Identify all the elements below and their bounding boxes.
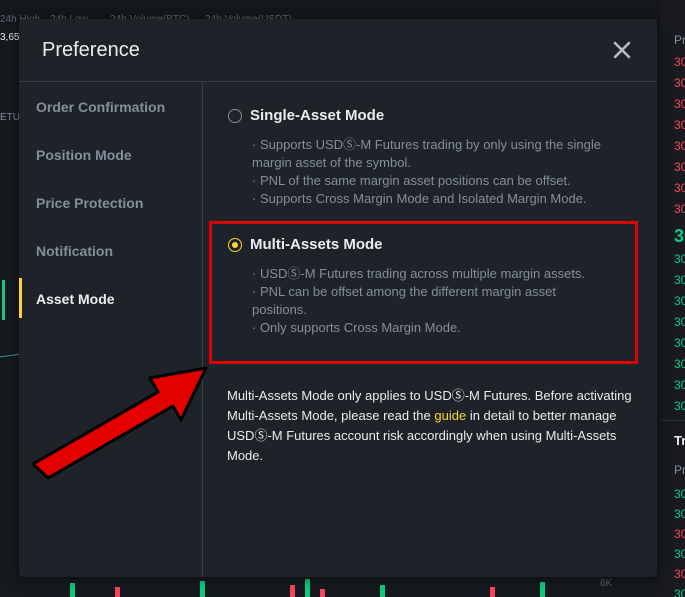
trade-price: 30 (674, 487, 685, 501)
mid-price: 30 (674, 226, 685, 246)
dialog-title: Preference (42, 39, 140, 61)
volume-bar (380, 585, 385, 597)
chart-candle (2, 280, 5, 320)
volume-bar (115, 587, 120, 597)
orderbook-price-header: Pr (674, 33, 685, 47)
trades-price-header: Pr (674, 463, 685, 477)
bid-price[interactable]: 30 (674, 252, 685, 266)
ask-price[interactable]: 30 (674, 160, 685, 174)
bid-price[interactable]: 30 (674, 315, 685, 329)
close-button[interactable] (611, 39, 633, 61)
trade-price: 30 (674, 567, 685, 581)
trade-price: 30 (674, 507, 685, 521)
volume-bar (200, 581, 205, 597)
ask-price[interactable]: 30 (674, 55, 685, 69)
ticker-value: 3,65 (0, 32, 20, 43)
bid-price[interactable]: 30 (674, 294, 685, 308)
bid-price[interactable]: 30 (674, 336, 685, 350)
single-asset-bullet: · Supports USDⓈ-M Futures trading by onl… (252, 137, 601, 152)
ask-price[interactable]: 30 (674, 97, 685, 111)
ask-price[interactable]: 30 (674, 139, 685, 153)
sidebar-item-asset-mode[interactable]: Asset Mode (36, 291, 115, 307)
volume-bar (490, 587, 495, 597)
bid-price[interactable]: 30 (674, 357, 685, 371)
sidebar-item-order-confirmation[interactable]: Order Confirmation (36, 99, 165, 115)
trade-price: 30 (674, 587, 685, 597)
close-icon (613, 41, 631, 59)
ask-price[interactable]: 30 (674, 181, 685, 195)
ask-price[interactable]: 30 (674, 118, 685, 132)
orderbook-divider (660, 420, 685, 421)
single-asset-bullet: margin asset of the symbol. (252, 155, 411, 170)
bid-price[interactable]: 30 (674, 378, 685, 392)
single-asset-mode-label[interactable]: Single-Asset Mode (250, 107, 384, 124)
bid-price[interactable]: 30 (674, 273, 685, 287)
volume-bar (540, 582, 545, 597)
chart-line (0, 353, 20, 358)
volume-bar (70, 583, 75, 597)
sidebar-item-price-protection[interactable]: Price Protection (36, 195, 143, 211)
arrow-icon (31, 366, 208, 480)
sidebar-divider (202, 82, 203, 577)
header-divider (19, 81, 657, 82)
volume-bar (320, 589, 325, 597)
orderbook-panel: Pr 30 30 30 30 30 30 30 30 30 30 30 30 3… (660, 0, 685, 597)
annotation-highlight-box (209, 221, 638, 364)
single-asset-bullet: · PNL of the same margin asset positions… (252, 173, 571, 188)
volume-bars (20, 577, 660, 597)
volume-axis-label: 6K (600, 578, 613, 589)
trade-price: 30 (674, 527, 685, 541)
sidebar-item-notification[interactable]: Notification (36, 243, 113, 259)
single-asset-radio[interactable] (228, 109, 242, 123)
volume-bar (305, 579, 310, 597)
ask-price[interactable]: 30 (674, 202, 685, 216)
volume-bar (290, 585, 295, 597)
guide-link[interactable]: guide (434, 408, 466, 423)
trade-price: 30 (674, 547, 685, 561)
ask-price[interactable]: 30 (674, 76, 685, 90)
preference-dialog: Preference Order Confirmation Position M… (19, 19, 657, 577)
trades-title[interactable]: Tr (674, 433, 685, 448)
bid-price[interactable]: 30 (674, 399, 685, 413)
chart-label: ETU (0, 112, 20, 123)
single-asset-bullet: · Supports Cross Margin Mode and Isolate… (252, 191, 587, 206)
active-indicator (19, 278, 22, 318)
asset-mode-note: Multi-Assets Mode only applies to USDⓈ-M… (227, 386, 647, 466)
sidebar-item-position-mode[interactable]: Position Mode (36, 147, 132, 163)
